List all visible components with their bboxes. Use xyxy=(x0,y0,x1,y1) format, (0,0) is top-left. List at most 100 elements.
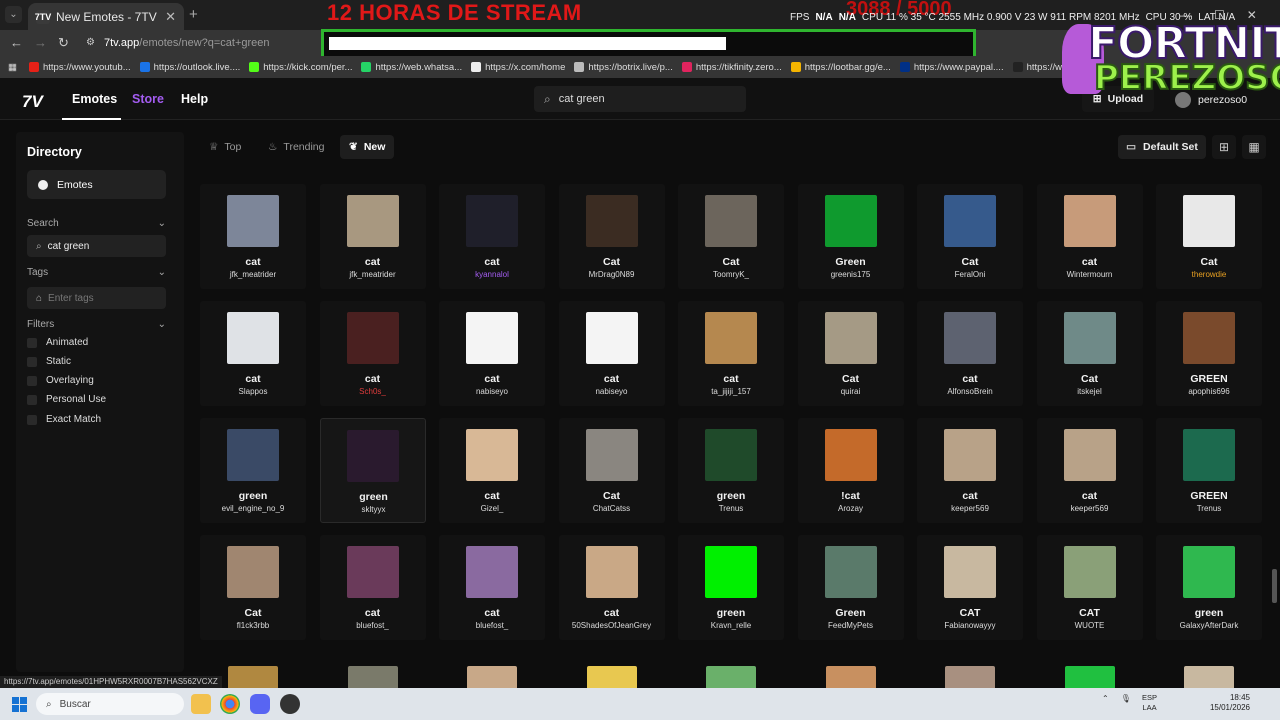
emote-card[interactable]: cat 50ShadesOfJeanGrey xyxy=(558,535,665,640)
emote-owner[interactable]: 50ShadesOfJeanGrey xyxy=(559,621,665,630)
emote-card[interactable]: cat Sch0s_ xyxy=(319,301,426,406)
emote-owner[interactable]: bluefost_ xyxy=(439,621,545,630)
emote-card[interactable]: green GalaxyAfterDark xyxy=(1156,535,1262,640)
emote-card[interactable]: green Trenus xyxy=(678,418,784,523)
chevron-up-icon[interactable]: ⌃ xyxy=(1102,694,1109,703)
emote-card[interactable]: Cat therowdie xyxy=(1156,184,1262,289)
emote-card[interactable]: cat jfk_meatrider xyxy=(319,184,426,289)
7tv-logo[interactable]: 7V xyxy=(22,92,43,112)
checkbox[interactable] xyxy=(27,356,37,367)
emote-owner[interactable]: AlfonsoBrein xyxy=(917,387,1023,396)
emote-card[interactable]: cat ta_jijiji_157 xyxy=(678,301,784,406)
nav-help[interactable]: Help xyxy=(181,92,208,106)
emote-owner[interactable]: FeedMyPets xyxy=(798,621,904,630)
emote-card[interactable]: cat Slappos xyxy=(200,301,306,406)
emote-owner[interactable]: GalaxyAfterDark xyxy=(1156,621,1262,630)
obs-icon[interactable] xyxy=(280,694,300,714)
emote-owner[interactable]: Fabianowayyy xyxy=(917,621,1023,630)
tab-trending[interactable]: ♨ Trending xyxy=(259,135,333,159)
emote-card[interactable]: cat jfk_meatrider xyxy=(200,184,306,289)
apps-grid-icon[interactable]: ▦ xyxy=(8,62,17,73)
emote-owner[interactable]: Arozay xyxy=(798,504,904,513)
emote-owner[interactable]: apophis696 xyxy=(1156,387,1262,396)
new-tab-icon[interactable]: + xyxy=(189,6,198,23)
close-tab-icon[interactable]: ✕ xyxy=(165,9,176,25)
emote-owner[interactable]: itskejel xyxy=(1037,387,1143,396)
emote-card[interactable]: Cat FeralOni xyxy=(917,184,1023,289)
emote-card[interactable]: Cat MrDrag0N89 xyxy=(558,184,665,289)
emote-owner[interactable]: keeper569 xyxy=(917,504,1023,513)
emote-card[interactable]: cat AlfonsoBrein xyxy=(917,301,1023,406)
forward-icon[interactable]: → xyxy=(34,35,47,50)
emote-owner[interactable]: jfk_meatrider xyxy=(320,270,426,279)
checkbox[interactable] xyxy=(27,375,37,386)
site-info-icon[interactable]: ⚙ xyxy=(86,37,95,48)
checkbox[interactable] xyxy=(27,337,37,348)
page-scrollbar[interactable] xyxy=(1272,569,1277,603)
bookmark-item[interactable]: https://botrix.live/p... xyxy=(574,62,673,73)
emote-owner[interactable]: Gizel_ xyxy=(439,504,545,513)
taskbar-clock[interactable]: 18:45 15/01/2026 xyxy=(1206,693,1250,713)
emote-owner[interactable]: FeralOni xyxy=(917,270,1023,279)
file-explorer-icon[interactable] xyxy=(191,694,211,714)
browser-tab-active[interactable]: 7TV New Emotes - 7TV ✕ xyxy=(28,3,184,30)
emote-owner[interactable]: keeper569 xyxy=(1037,504,1143,513)
default-set-button[interactable]: ▭ Default Set xyxy=(1118,135,1206,159)
emote-owner[interactable]: Wintermourn xyxy=(1037,270,1143,279)
emote-image[interactable] xyxy=(228,666,278,688)
bookmark-item[interactable]: https://outlook.live.... xyxy=(139,62,240,73)
emote-card[interactable]: cat kyannalol xyxy=(439,184,545,289)
url-field[interactable]: 7tv.app/emotes/new?q=cat+green xyxy=(104,37,270,49)
emote-owner[interactable]: nabiseyo xyxy=(559,387,665,396)
emote-image[interactable] xyxy=(825,666,876,688)
emote-card[interactable]: cat bluefost_ xyxy=(439,535,545,640)
emote-owner[interactable]: ToomryK_ xyxy=(678,270,784,279)
small-grid-view-icon[interactable]: ▦ xyxy=(1242,135,1266,159)
emote-card[interactable]: GREEN apophis696 xyxy=(1156,301,1262,406)
emote-image[interactable] xyxy=(1184,666,1234,688)
filters-section-header[interactable]: Filters ⌄ xyxy=(27,319,166,330)
emote-owner[interactable]: MrDrag0N89 xyxy=(559,270,665,279)
emote-owner[interactable]: therowdie xyxy=(1156,270,1262,279)
taskbar-search[interactable]: ⌕ Buscar xyxy=(36,693,184,715)
tags-section-header[interactable]: Tags ⌄ xyxy=(27,267,166,278)
tab-top[interactable]: ♕ Top xyxy=(200,135,250,159)
emote-card[interactable]: Green FeedMyPets xyxy=(797,535,904,640)
bookmark-item[interactable]: https://tikfinity.zero... xyxy=(681,62,782,73)
emote-card[interactable]: CAT Fabianowayyy xyxy=(917,535,1023,640)
filter-animated[interactable]: Animated xyxy=(27,337,88,348)
emote-owner[interactable]: nabiseyo xyxy=(439,387,545,396)
emote-card[interactable]: cat nabiseyo xyxy=(439,301,545,406)
emote-card[interactable]: green skltyyx xyxy=(319,418,427,523)
bookmark-item[interactable]: https://x.com/home xyxy=(471,62,565,73)
emote-card[interactable]: Cat itskejel xyxy=(1036,301,1143,406)
emote-card[interactable]: cat keeper569 xyxy=(917,418,1023,523)
emote-owner[interactable]: WUOTE xyxy=(1037,621,1143,630)
emote-card[interactable]: green Kravn_relle xyxy=(678,535,784,640)
tab-new[interactable]: ❦ New xyxy=(340,135,395,159)
bookmark-item[interactable]: https://kick.com/per... xyxy=(249,62,352,73)
emote-owner[interactable]: skltyyx xyxy=(321,505,427,514)
discord-icon[interactable] xyxy=(250,694,270,714)
nav-store[interactable]: Store xyxy=(132,92,164,106)
tags-input[interactable]: ⌂ Enter tags xyxy=(27,287,166,309)
emote-card[interactable]: cat Gizel_ xyxy=(439,418,545,523)
large-grid-view-icon[interactable]: ⊞ xyxy=(1212,135,1236,159)
filter-static[interactable]: Static xyxy=(27,356,71,367)
emote-card[interactable]: Cat ToomryK_ xyxy=(678,184,784,289)
emote-owner[interactable]: greenis175 xyxy=(798,270,904,279)
checkbox[interactable] xyxy=(27,414,37,425)
checkbox[interactable] xyxy=(27,394,37,405)
emote-owner[interactable]: Trenus xyxy=(678,504,784,513)
header-search-input[interactable]: ⌕ cat green xyxy=(534,86,746,112)
emote-card[interactable]: green evil_engine_no_9 xyxy=(200,418,306,523)
filter-exact-match[interactable]: Exact Match xyxy=(27,414,101,425)
bookmark-item[interactable]: https://www.paypal.... xyxy=(899,62,1004,73)
bookmark-item[interactable]: https://lootbar.gg/e... xyxy=(790,62,891,73)
emote-owner[interactable]: kyannalol xyxy=(439,270,545,279)
back-icon[interactable]: ← xyxy=(10,35,23,50)
emote-card[interactable]: GREEN Trenus xyxy=(1156,418,1262,523)
emote-owner[interactable]: Trenus xyxy=(1156,504,1262,513)
emote-owner[interactable]: fl1ck3rbb xyxy=(200,621,306,630)
microphone-icon[interactable]: 🎙 xyxy=(1121,694,1131,703)
